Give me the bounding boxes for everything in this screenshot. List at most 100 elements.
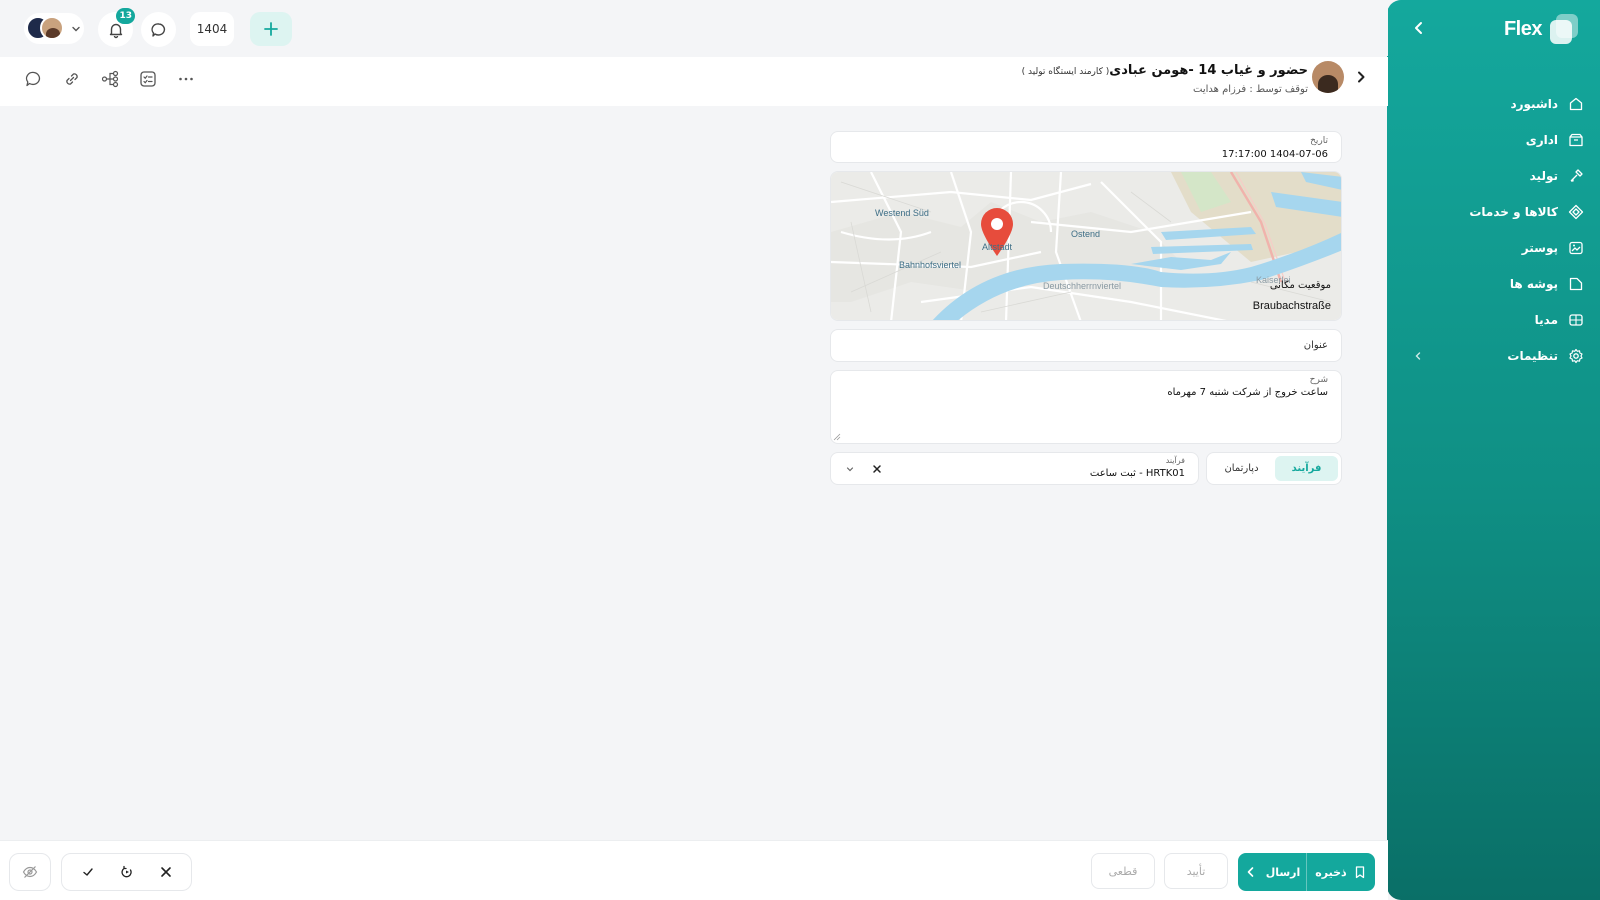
description-label: شرح <box>1309 375 1328 385</box>
save-button[interactable]: ذخیره <box>1307 853 1375 891</box>
sidebar-item-settings[interactable]: تنظیمات <box>1402 338 1584 374</box>
date-field[interactable]: تاریخ 1404-07-06 17:17:00 <box>830 131 1342 163</box>
back-button[interactable] <box>1354 70 1368 84</box>
link-button[interactable] <box>62 69 82 89</box>
chevron-down-icon <box>72 26 80 31</box>
brand-name: Flex <box>1503 17 1543 40</box>
title-field[interactable]: عنوان <box>830 329 1342 362</box>
clear-icon[interactable] <box>871 463 883 475</box>
tab-process[interactable]: فرآیند <box>1275 456 1338 481</box>
reopen-icon[interactable] <box>120 865 134 879</box>
gear-icon <box>1569 348 1583 364</box>
sidebar-item-poster[interactable]: پوستر <box>1402 230 1584 266</box>
title-placeholder: عنوان <box>1303 340 1328 351</box>
home-icon <box>1569 97 1583 111</box>
comments-button[interactable] <box>24 69 44 89</box>
user-avatar <box>40 15 64 40</box>
image-icon <box>1569 241 1583 255</box>
date-label: تاریخ <box>1310 136 1328 146</box>
process-select[interactable]: فرآیند HRTK01 - ثبت ساعت <box>830 452 1199 485</box>
sidebar-item-label: داشبورد <box>1510 97 1558 111</box>
more-options-button[interactable] <box>176 69 196 89</box>
task-title-block: حضور و غیاب 14 -هومن عبادی( کارمند ایستگ… <box>1022 63 1308 95</box>
sidebar-item-dashboard[interactable]: داشبورد <box>1402 86 1584 122</box>
more-horizontal-icon <box>179 77 193 81</box>
task-title: حضور و غیاب 14 -هومن عبادی( کارمند ایستگ… <box>1022 63 1308 78</box>
task-subtitle: توقف توسط : فرزام هدایت <box>1193 84 1308 95</box>
chevron-left-icon <box>1415 352 1421 360</box>
sidebar-item-label: تنظیمات <box>1507 349 1558 363</box>
map-label-altstadt: Altstadt <box>982 242 1013 252</box>
checklist-button[interactable] <box>138 69 158 89</box>
map-label-ostend: Ostend <box>1071 229 1101 239</box>
checklist-icon <box>140 71 156 87</box>
task-actions <box>61 853 192 891</box>
process-department-toggle: دپارتمان فرآیند <box>1206 452 1342 485</box>
description-value: ساعت خروج از شرکت شنبه 7 مهرماه <box>1167 387 1328 398</box>
chevron-left-icon <box>1415 22 1422 34</box>
add-button[interactable] <box>250 12 292 46</box>
sidebar-item-admin[interactable]: اداری <box>1402 122 1584 158</box>
year-selector[interactable]: 1404 <box>190 12 234 46</box>
sidebar-item-label: پوشه ها <box>1509 277 1558 291</box>
final-button[interactable]: قطعی <box>1091 853 1155 889</box>
process-label: فرآیند <box>1165 456 1185 465</box>
chevron-right-icon <box>1358 71 1365 83</box>
sidebar-item-label: کالاها و خدمات <box>1469 205 1558 219</box>
map-label-bahnhofsviertel: Bahnhofsviertel <box>899 260 962 270</box>
assignee-avatar <box>1312 61 1344 93</box>
tab-department[interactable]: دپارتمان <box>1210 456 1273 481</box>
task-toolbar <box>24 69 196 89</box>
user-menu[interactable] <box>24 13 84 44</box>
sidebar-item-label: تولید <box>1529 169 1558 183</box>
bookmark-icon <box>1355 866 1364 879</box>
notifications-button[interactable]: 13 <box>98 8 135 47</box>
send-button[interactable]: ارسال <box>1238 853 1307 891</box>
media-icon <box>1569 314 1583 326</box>
chevron-down-icon[interactable] <box>845 464 855 474</box>
sidebar-item-production[interactable]: تولید <box>1402 158 1584 194</box>
map-canvas <box>831 172 1341 320</box>
avatar-stack <box>26 15 66 43</box>
map-label-deutschherrnviertel: Deutschherrnviertel <box>1043 281 1122 291</box>
plus-icon <box>264 22 278 36</box>
sidebar-nav: داشبورد اداری تولید کالاها و خدمات پوستر… <box>1402 86 1584 374</box>
sidebar-item-products[interactable]: کالاها و خدمات <box>1402 194 1584 230</box>
location-label: موقعیت مکانی <box>1269 280 1331 291</box>
sidebar-collapse-button[interactable] <box>1409 18 1429 38</box>
eye-off-icon <box>22 866 38 878</box>
workflow-button[interactable] <box>100 69 120 89</box>
check-icon[interactable] <box>81 865 95 879</box>
approve-button[interactable]: تأیید <box>1164 853 1228 889</box>
chat-button[interactable] <box>141 12 176 47</box>
task-title-text: حضور و غیاب 14 -هومن عبادی <box>1109 63 1308 78</box>
date-value: 1404-07-06 17:17:00 <box>1221 149 1328 160</box>
sidebar-item-label: پوستر <box>1521 241 1558 255</box>
brand: Flex <box>1504 14 1578 44</box>
resize-handle-icon[interactable] <box>833 433 841 441</box>
sidebar-item-label: مدیا <box>1534 313 1558 327</box>
description-field[interactable]: شرح ساعت خروج از شرکت شنبه 7 مهرماه <box>830 370 1342 444</box>
hide-button[interactable] <box>9 853 51 891</box>
process-value: HRTK01 - ثبت ساعت <box>1089 468 1185 479</box>
box-icon <box>1569 133 1583 147</box>
notification-badge: 13 <box>116 8 135 24</box>
chat-icon <box>25 71 41 87</box>
close-icon[interactable] <box>159 865 173 879</box>
task-form: تاریخ 1404-07-06 17:17:00 Westend Süd Al… <box>830 131 1342 486</box>
chevron-left-icon <box>1247 867 1253 877</box>
diamond-grid-icon <box>1568 204 1584 220</box>
sidebar: Flex داشبورد اداری تولید کالاها و خدمات … <box>1387 0 1600 900</box>
sidebar-item-media[interactable]: مدیا <box>1402 302 1584 338</box>
sidebar-item-folders[interactable]: پوشه ها <box>1402 266 1584 302</box>
map-label-westend: Westend Süd <box>875 208 929 218</box>
process-row: فرآیند HRTK01 - ثبت ساعت دپارتمان فرآیند <box>830 452 1342 486</box>
tool-icon <box>1570 169 1583 182</box>
save-send-group: ارسال ذخیره <box>1238 853 1375 891</box>
sidebar-item-label: اداری <box>1525 133 1558 147</box>
task-assignee-role: ( کارمند ایستگاه تولید ) <box>1021 67 1110 77</box>
task-header: حضور و غیاب 14 -هومن عبادی( کارمند ایستگ… <box>0 57 1388 106</box>
location-value: Braubachstraße <box>1252 300 1331 312</box>
top-bar: 13 1404 <box>0 0 1388 56</box>
location-map[interactable]: Westend Süd Altstadt Ostend Bahnhofsvier… <box>830 171 1342 321</box>
